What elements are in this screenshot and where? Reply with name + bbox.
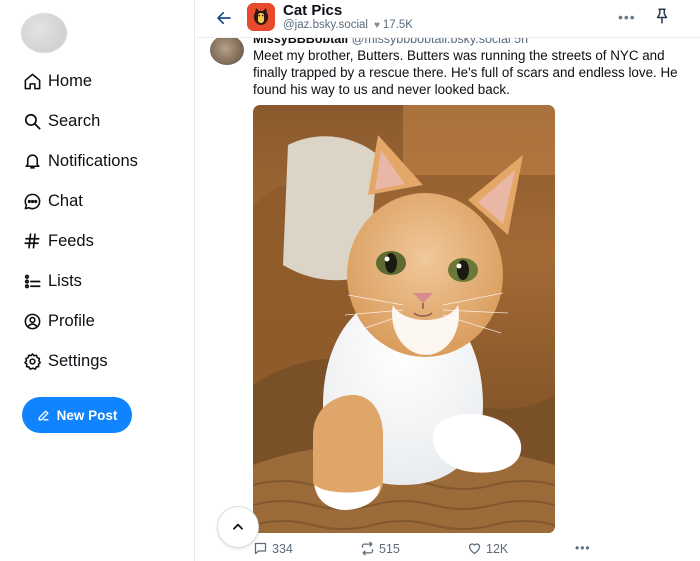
list-icon <box>22 271 42 291</box>
like-button[interactable]: 12K <box>467 541 508 556</box>
gear-icon <box>22 351 42 371</box>
nav-settings-label: Settings <box>48 351 108 370</box>
nav-feeds-label: Feeds <box>48 231 94 250</box>
bell-icon <box>22 151 42 171</box>
pin-icon <box>656 8 668 24</box>
repost-icon <box>361 541 374 556</box>
nav-chat[interactable]: Chat <box>22 181 138 221</box>
new-post-label: New Post <box>56 407 118 423</box>
ellipsis-icon: ••• <box>575 541 591 555</box>
profile-icon <box>22 311 42 331</box>
nav-settings[interactable]: Settings <box>22 341 138 381</box>
more-options-button[interactable]: ••• <box>618 9 636 25</box>
feed-header: Cat Pics @jaz.bsky.social ♥ 17.5K ••• <box>196 0 700 38</box>
nav-home-label: Home <box>48 71 93 90</box>
new-post-button[interactable]: New Post <box>22 397 132 433</box>
ellipsis-icon: ••• <box>618 9 636 25</box>
nav-notifications-label: Notifications <box>48 151 138 170</box>
nav-notifications[interactable]: Notifications <box>22 141 138 181</box>
post-text: Meet my brother, Butters. Butters was ru… <box>253 48 678 97</box>
feed-title: Cat Pics <box>283 2 343 19</box>
feed-avatar <box>247 3 275 31</box>
hash-icon <box>22 231 42 251</box>
feed-handle[interactable]: @jaz.bsky.social <box>283 19 368 31</box>
chevron-up-icon <box>233 523 243 530</box>
nav-search-label: Search <box>48 111 101 130</box>
left-sidebar: Home Search Notifications Chat Feeds Lis… <box>0 0 195 561</box>
nav-chat-label: Chat <box>48 191 83 210</box>
nav-lists-label: Lists <box>48 271 82 290</box>
nav-feeds[interactable]: Feeds <box>22 221 138 261</box>
feed-subtitle: @jaz.bsky.social ♥ 17.5K <box>283 19 413 31</box>
nav-profile[interactable]: Profile <box>22 301 138 341</box>
like-count: 12K <box>486 541 509 556</box>
post-image[interactable] <box>253 105 555 533</box>
chat-icon <box>22 191 42 211</box>
back-button[interactable] <box>213 7 235 29</box>
search-icon <box>22 111 42 131</box>
repost-button[interactable]: 515 <box>360 541 400 556</box>
post-more-button[interactable]: ••• <box>575 541 591 555</box>
nav-search[interactable]: Search <box>22 101 138 141</box>
heart-outline-icon <box>468 543 481 555</box>
nav-profile-label: Profile <box>48 311 95 330</box>
reply-count: 334 <box>272 541 293 556</box>
repost-count: 515 <box>379 541 400 556</box>
heart-icon: ♥ <box>373 19 380 31</box>
post-author-avatar[interactable] <box>210 35 244 65</box>
avatar[interactable] <box>21 13 67 53</box>
nav-lists[interactable]: Lists <box>22 261 138 301</box>
back-arrow-icon <box>217 11 231 25</box>
feed-like-count: 17.5K <box>382 19 413 31</box>
main-nav: Home Search Notifications Chat Feeds Lis… <box>22 61 138 381</box>
reply-button[interactable]: 334 <box>253 541 293 556</box>
nav-home[interactable]: Home <box>22 61 138 101</box>
post[interactable]: MissyBBBobtail @missybbbobtail.bsky.soci… <box>196 32 700 561</box>
post-actions: 334 515 12K ••• <box>253 541 593 559</box>
home-icon <box>22 71 42 91</box>
pin-feed-button[interactable] <box>653 6 671 31</box>
reply-icon <box>254 542 267 555</box>
edit-icon <box>38 410 49 420</box>
